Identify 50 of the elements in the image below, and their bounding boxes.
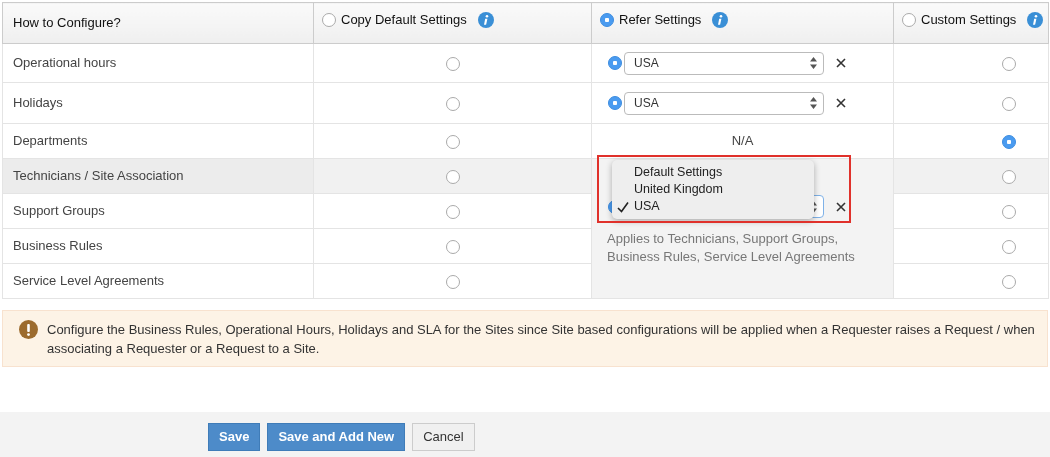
radio-button[interactable] [1002,96,1016,111]
radio-button[interactable] [1002,239,1016,254]
radio-button[interactable] [608,56,622,70]
country-select[interactable]: USA [624,91,824,115]
primary-button[interactable]: Save [208,423,261,451]
info-icon[interactable] [477,12,494,28]
close-icon[interactable] [836,98,846,108]
menu-item[interactable]: Default Settings [612,164,814,181]
help-text: Applies to Technicians, Support Groups, Business Rules, Service Level Agreements [606,230,856,266]
menu-item[interactable]: United Kingdom [612,181,814,198]
close-icon[interactable] [836,201,846,212]
radio-button[interactable] [445,134,460,149]
primary-button[interactable]: Save and Add New [267,423,406,451]
close-icon[interactable] [836,58,846,68]
column-header: Refer Settings [619,11,702,30]
radio-button[interactable] [445,204,460,219]
row-label: Departments [2,123,314,159]
radio-button[interactable] [445,56,460,71]
row-label: Operational hours [2,43,314,83]
column-header: Copy Default Settings [341,11,467,30]
row-label: Business Rules [2,228,314,264]
radio-button[interactable] [600,13,614,27]
alert-text: Configure the Business Rules, Operational Hours, Holidays and SLA for the Sites since Site based configurations will be applied when a Requester raises a Request / when associating a Requester or a Request to a Site. [47,321,1036,358]
row-label: Technicians / Site Association [2,158,314,194]
radio-button[interactable] [1002,169,1016,184]
radio-button[interactable] [902,13,916,27]
info-icon[interactable] [712,12,729,28]
stepper-arrows-icon [810,97,817,109]
radio-button[interactable] [445,274,460,289]
stepper-arrows-icon [810,57,817,69]
info-icon[interactable] [1027,12,1044,28]
column-header: How to Configure? [12,15,121,31]
row-label: Support Groups [2,193,314,229]
row-label: Holidays [2,82,314,124]
country-select[interactable]: USA [624,51,824,75]
radio-button[interactable] [1002,134,1016,149]
radio-button[interactable] [322,13,336,27]
radio-button[interactable] [445,169,460,184]
menu-item[interactable]: USA [612,198,814,215]
radio-button[interactable] [608,96,622,110]
radio-button[interactable] [1002,274,1016,289]
radio-button[interactable] [1002,204,1016,219]
column-header: Custom Settings [921,11,1017,30]
radio-button[interactable] [445,96,460,111]
radio-button[interactable] [1002,56,1016,71]
warning-icon [19,320,38,339]
cancel-button[interactable]: Cancel [412,423,475,451]
not-applicable-text: N/A [731,133,754,149]
row-label: Service Level Agreements [2,263,314,299]
radio-button[interactable] [445,239,460,254]
